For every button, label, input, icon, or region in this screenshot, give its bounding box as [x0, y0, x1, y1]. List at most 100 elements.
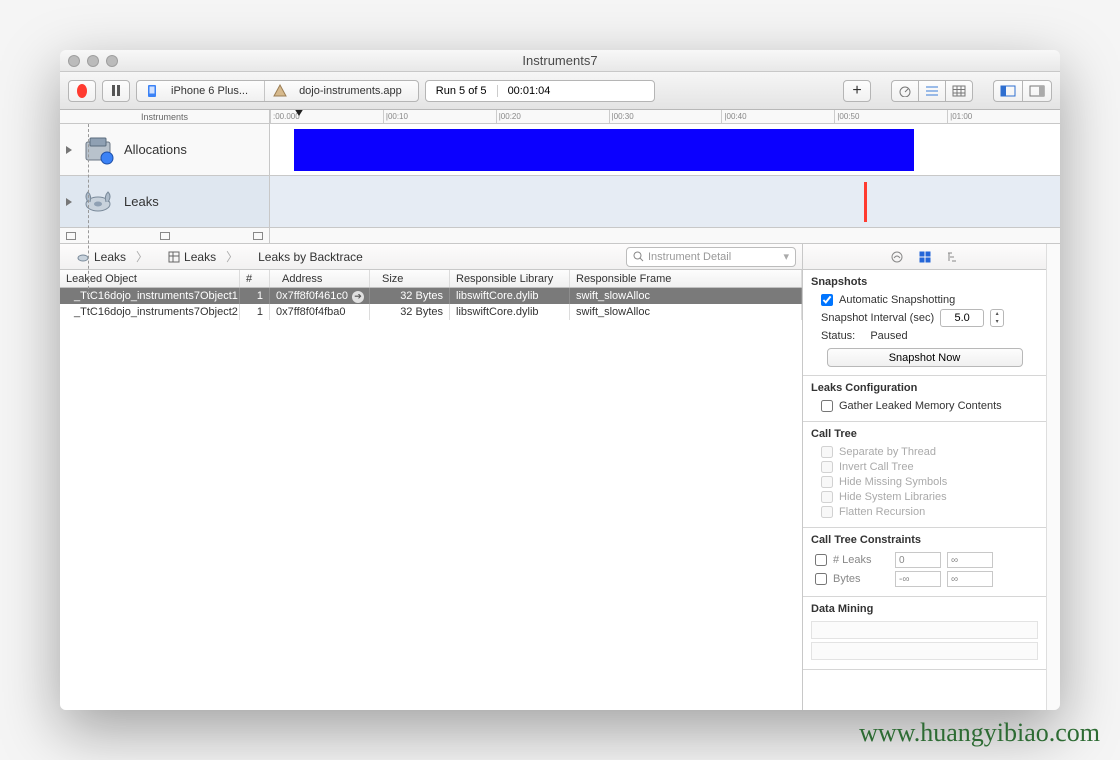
snapshots-section: Snapshots Automatic Snapshotting Snapsho…: [803, 270, 1046, 376]
gauge-icon: [898, 85, 912, 97]
interval-input[interactable]: [940, 309, 984, 327]
app-label: dojo-instruments.app: [291, 81, 410, 101]
run-time: 00:01:04: [498, 85, 561, 97]
playhead-icon[interactable]: [294, 110, 304, 116]
overview-icon[interactable]: [160, 232, 170, 240]
pause-button[interactable]: [102, 80, 130, 102]
watermark: www.huangyibiao.com: [859, 718, 1100, 748]
table-row[interactable]: _TtC16dojo_instruments7Object110x7ff8f0f…: [60, 288, 802, 304]
app-icon: [273, 84, 287, 98]
crumb-mode[interactable]: Leaks by Backtrace: [248, 250, 383, 264]
data-mining-section: Data Mining: [803, 597, 1046, 670]
run-label: Run 5 of 5: [426, 85, 498, 97]
close-icon[interactable]: [68, 55, 80, 67]
display-settings-icon[interactable]: [918, 250, 932, 264]
section-title: Data Mining: [811, 603, 1038, 615]
col-leaked-object[interactable]: Leaked Object: [60, 270, 240, 287]
snapshot-now-button[interactable]: Snapshot Now: [827, 348, 1023, 367]
panel-toggle-group: [993, 80, 1052, 102]
tracks-header: Instruments: [60, 110, 270, 123]
record-settings-icon[interactable]: [890, 250, 904, 264]
target-selector[interactable]: iPhone 6 Plus... dojo-instruments.app: [136, 80, 419, 102]
calltree-option-checkbox: [821, 446, 833, 458]
extended-detail-icon[interactable]: [946, 250, 960, 264]
inspector-pane: Snapshots Automatic Snapshotting Snapsho…: [803, 244, 1046, 710]
disclosure-icon[interactable]: [66, 146, 72, 154]
mining-row: [811, 642, 1038, 660]
calltree-option-checkbox: [821, 506, 833, 518]
window-title: Instruments7: [522, 53, 597, 68]
right-panel-button[interactable]: [1022, 80, 1052, 102]
bytes-max-input[interactable]: [947, 571, 993, 587]
allocations-graph: [294, 129, 914, 171]
leaks-min-input[interactable]: [895, 552, 941, 568]
grid-view-button[interactable]: [945, 80, 973, 102]
instruments-window: Instruments7 iPhone 6 Plus... dojo-instr…: [60, 50, 1060, 710]
panel-left-icon: [1000, 85, 1016, 97]
minimize-icon[interactable]: [87, 55, 99, 67]
detail-nav: Leaks Leaks Leaks by Backtrace Instrumen…: [60, 244, 802, 270]
calltree-option-checkbox: [821, 491, 833, 503]
col-count[interactable]: #: [240, 270, 270, 287]
leaks-constraint-checkbox[interactable]: [815, 554, 827, 566]
go-icon[interactable]: ➔: [352, 291, 364, 303]
inspector-scrollbar[interactable]: [1046, 244, 1060, 710]
calltree-section: Call Tree Separate by ThreadInvert Call …: [803, 422, 1046, 528]
section-title: Call Tree: [811, 428, 1038, 440]
run-status[interactable]: Run 5 of 5 00:01:04: [425, 80, 655, 102]
section-title: Snapshots: [811, 276, 1038, 288]
table-row[interactable]: _TtC16dojo_instruments7Object210x7ff8f0f…: [60, 304, 802, 320]
track-allocations[interactable]: Allocations: [60, 124, 1060, 176]
section-title: Call Tree Constraints: [811, 534, 1038, 546]
overview-icon[interactable]: [66, 232, 76, 240]
gather-contents-checkbox[interactable]: [821, 400, 833, 412]
detail-pane: Leaks Leaks Leaks by Backtrace Instrumen…: [60, 244, 803, 710]
bytes-min-input[interactable]: [895, 571, 941, 587]
track-leaks[interactable]: Leaks: [60, 176, 1060, 228]
track-area: Instruments :00.000 |00:10 |00:20 |00:30…: [60, 110, 1060, 244]
table-header: Leaked Object # Address Size Responsible…: [60, 270, 802, 288]
leak-marker: [864, 182, 867, 222]
left-panel-button[interactable]: [993, 80, 1022, 102]
list-view-button[interactable]: [918, 80, 945, 102]
auto-snapshot-checkbox[interactable]: [821, 294, 833, 306]
interval-stepper[interactable]: ▴▾: [990, 309, 1004, 327]
mining-row: [811, 621, 1038, 639]
zoom-icon[interactable]: [106, 55, 118, 67]
playhead-line: [88, 124, 89, 294]
target-label: iPhone 6 Plus...: [163, 81, 256, 101]
record-icon: [77, 84, 87, 98]
bytes-constraint-checkbox[interactable]: [815, 573, 827, 585]
constraints-section: Call Tree Constraints # Leaks Bytes: [803, 528, 1046, 597]
window-controls: [68, 55, 118, 67]
chevron-down-icon: ▾: [783, 250, 789, 263]
overview-icon[interactable]: [253, 232, 263, 240]
table-icon: [168, 251, 180, 263]
panel-right-icon: [1029, 85, 1045, 97]
view-mode-group: [891, 80, 973, 102]
search-placeholder: Instrument Detail: [648, 251, 731, 263]
search-input[interactable]: Instrument Detail ▾: [626, 247, 796, 267]
record-button[interactable]: [68, 80, 96, 102]
leaks-max-input[interactable]: [947, 552, 993, 568]
col-address[interactable]: Address: [270, 270, 370, 287]
strategy-icon-button[interactable]: [891, 80, 918, 102]
leaks-config-section: Leaks Configuration Gather Leaked Memory…: [803, 376, 1046, 422]
calltree-option-checkbox: [821, 461, 833, 473]
track-footer: [60, 228, 1060, 244]
crumb-view[interactable]: Leaks: [158, 248, 248, 265]
col-library[interactable]: Responsible Library: [450, 270, 570, 287]
grid-icon: [952, 85, 966, 97]
status-value: Paused: [870, 330, 907, 342]
crumb-instrument[interactable]: Leaks: [66, 248, 158, 265]
disclosure-icon[interactable]: [66, 198, 72, 206]
main-area: Leaks Leaks Leaks by Backtrace Instrumen…: [60, 244, 1060, 710]
add-button[interactable]: +: [843, 80, 871, 102]
toolbar: iPhone 6 Plus... dojo-instruments.app Ru…: [60, 72, 1060, 110]
col-size[interactable]: Size: [370, 270, 450, 287]
list-icon: [925, 85, 939, 97]
device-icon: [145, 84, 159, 98]
table-body[interactable]: _TtC16dojo_instruments7Object110x7ff8f0f…: [60, 288, 802, 710]
col-frame[interactable]: Responsible Frame: [570, 270, 802, 287]
timeline-ruler[interactable]: :00.000 |00:10 |00:20 |00:30 |00:40 |00:…: [270, 110, 1060, 123]
